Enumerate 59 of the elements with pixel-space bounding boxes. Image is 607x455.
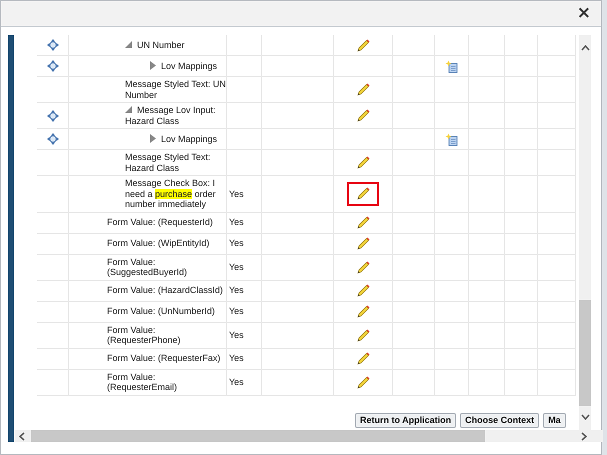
element-name: Form Value: (RequesterId) (107, 217, 213, 228)
value-text: Yes (229, 353, 244, 364)
pencil-icon[interactable] (356, 237, 370, 250)
value-text: Yes (229, 217, 244, 228)
action-button[interactable]: Ma (543, 413, 566, 428)
close-button[interactable]: × (574, 5, 593, 22)
pencil-icon[interactable] (356, 305, 370, 318)
element-name: Message Styled Text: Hazard Class (125, 152, 212, 173)
pencil-icon[interactable] (356, 187, 370, 200)
action-button[interactable]: Choose Context (460, 413, 540, 428)
element-name: Message Lov Input: Hazard Class (125, 105, 217, 126)
element-name: Form Value: (SuggestedBuyerId) (107, 256, 188, 278)
value-text: Yes (229, 285, 244, 296)
element-name: Form Value: (HazardClassId) (107, 285, 223, 296)
element-name: Form Value: (RequesterPhone) (107, 324, 182, 346)
element-name: Lov Mappings (149, 134, 218, 144)
add-document-icon[interactable] (445, 60, 458, 72)
element-name: Message Check Box: I need a purchase order number immediately (125, 178, 217, 210)
value-text: Yes (229, 306, 244, 317)
action-button[interactable]: Return to Application (355, 413, 456, 428)
collapsed-triangle-icon[interactable] (149, 60, 157, 70)
pencil-icon[interactable] (356, 328, 370, 342)
expanded-triangle-icon[interactable] (125, 105, 133, 114)
crosshair-icon[interactable] (46, 39, 58, 51)
pencil-icon[interactable] (356, 109, 370, 122)
add-document-icon[interactable] (445, 132, 458, 146)
pencil-icon[interactable] (356, 284, 370, 297)
scroll-left-icon[interactable] (19, 432, 25, 440)
pencil-icon[interactable] (356, 38, 370, 52)
element-name: Form Value: (RequesterFax) (107, 353, 220, 364)
element-name: Form Value: (RequesterEmail) (107, 372, 178, 392)
pencil-icon[interactable] (356, 156, 370, 169)
value-text: Yes (229, 330, 244, 340)
value-text: Yes (229, 238, 244, 249)
scroll-right-icon[interactable] (581, 432, 587, 440)
value-text: Yes (229, 262, 244, 272)
pencil-icon[interactable] (356, 376, 370, 388)
crosshair-icon[interactable] (46, 60, 58, 72)
element-name: UN Number (125, 40, 185, 50)
pencil-icon[interactable] (356, 260, 370, 274)
horizontal-scrollbar[interactable] (14, 430, 603, 442)
pencil-icon[interactable] (356, 216, 370, 229)
vertical-scrollbar[interactable] (579, 35, 591, 430)
scroll-up-icon[interactable] (580, 45, 590, 51)
element-name: Form Value: (WipEntityId) (107, 238, 210, 249)
element-name: Form Value: (UnNumberId) (107, 306, 215, 317)
crosshair-icon[interactable] (46, 110, 58, 122)
scroll-down-icon[interactable] (580, 414, 590, 420)
element-name: Message Styled Text: UN Number (125, 79, 226, 100)
scroll-thumb[interactable] (579, 300, 591, 406)
value-text: Yes (229, 188, 244, 199)
element-name: Lov Mappings (149, 60, 218, 72)
pencil-icon[interactable] (356, 83, 370, 96)
collapsed-triangle-icon[interactable] (149, 134, 157, 143)
expanded-triangle-icon[interactable] (125, 40, 133, 49)
pencil-icon[interactable] (356, 352, 370, 365)
value-text: Yes (229, 376, 244, 388)
crosshair-icon[interactable] (46, 133, 58, 145)
scroll-thumb[interactable] (31, 430, 485, 442)
